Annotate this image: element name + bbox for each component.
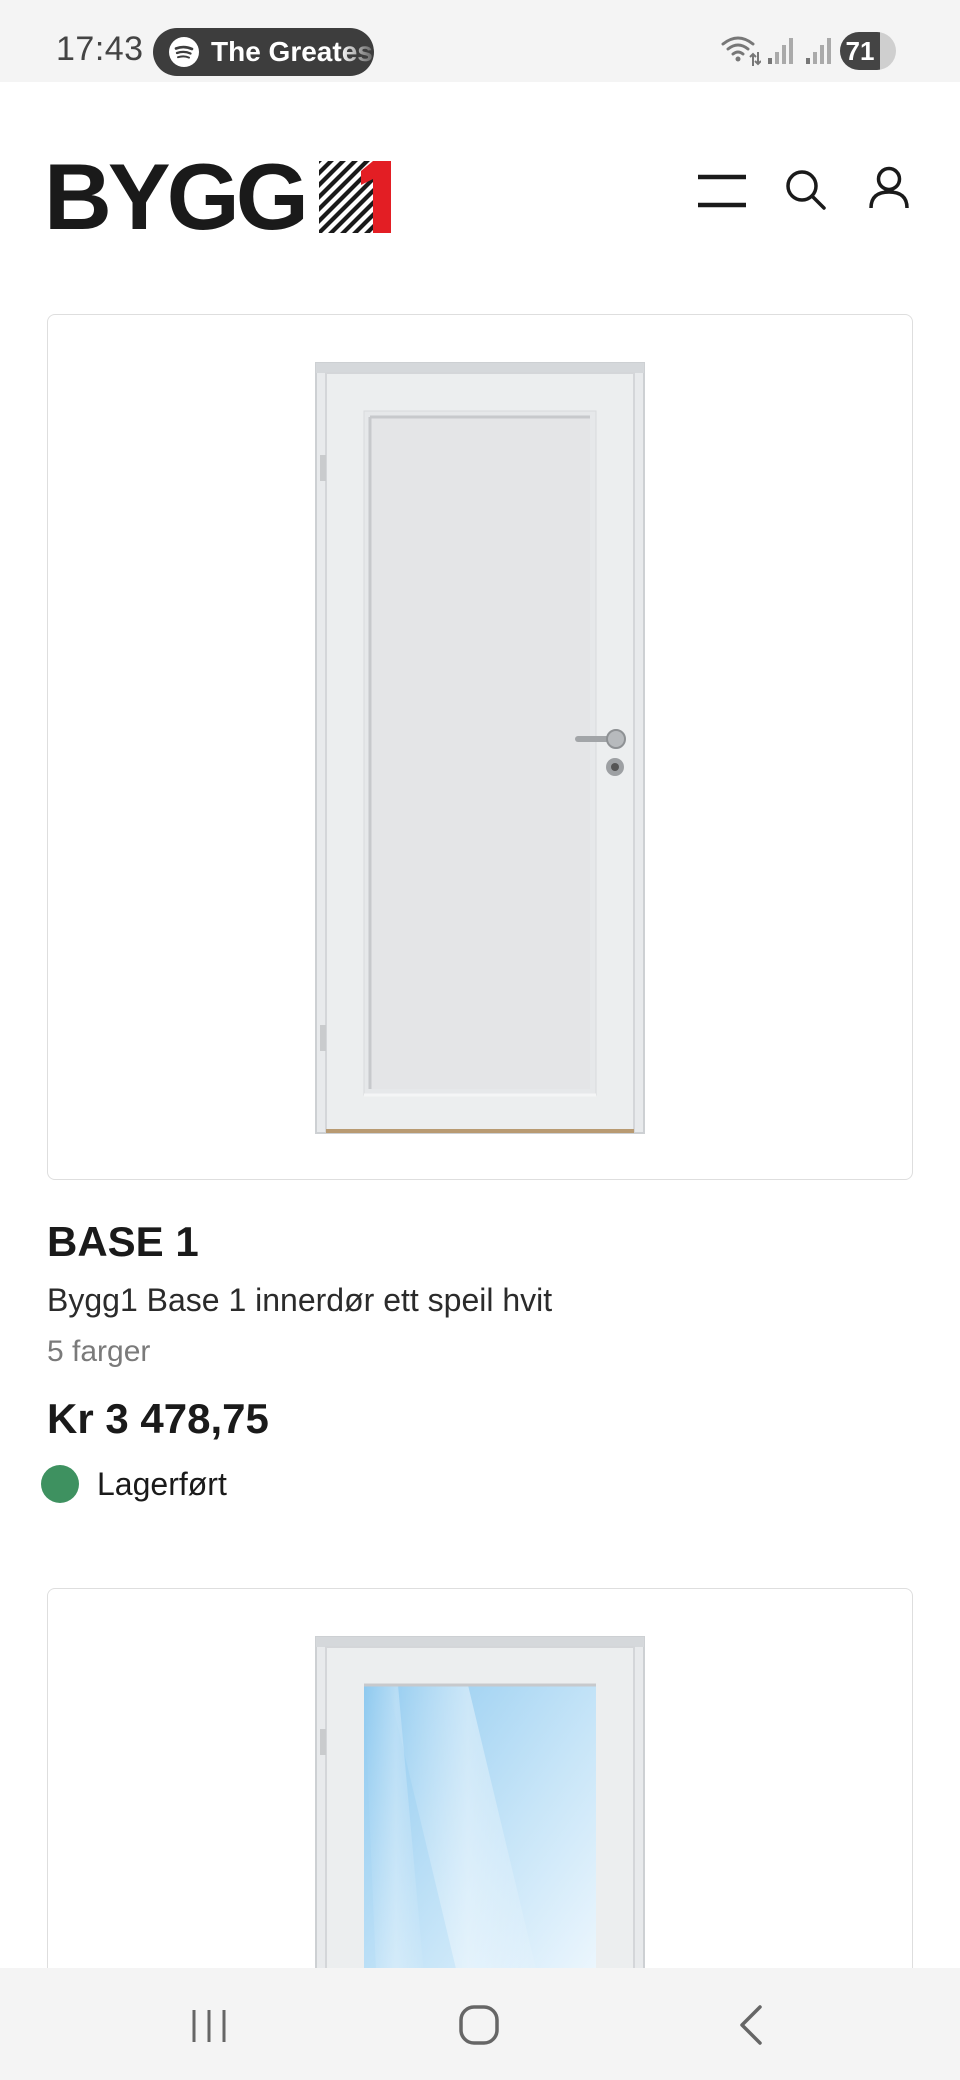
product-price: Kr 3 478,75 [47, 1395, 269, 1442]
logo-mark [318, 161, 391, 233]
media-title: The Greatest [211, 36, 374, 67]
recent-apps-icon[interactable] [190, 2008, 230, 2044]
back-icon[interactable] [736, 2004, 766, 2046]
spotify-icon [169, 37, 199, 67]
battery-level: 71 [845, 35, 875, 66]
stock-status-text: Lagerført [97, 1465, 227, 1502]
site-header: BYGG [0, 82, 960, 282]
signal-icon [806, 38, 831, 64]
media-notification-pill[interactable]: The Greatest [153, 28, 374, 76]
bygg1-logo[interactable]: BYGG [44, 144, 391, 249]
menu-icon[interactable] [698, 174, 746, 208]
search-icon[interactable] [784, 168, 826, 210]
door-image [315, 362, 645, 1134]
product-card[interactable]: BASE 1 Bygg1 Base 1 innerdør ett speil h… [41, 314, 913, 1503]
stock-status: Lagerført [41, 1465, 913, 1503]
logo-text: BYGG [44, 144, 309, 249]
stock-indicator-dot [41, 1465, 79, 1503]
product-image[interactable] [47, 314, 913, 1180]
status-bar: 17:43 The Greatest 71 [0, 0, 960, 82]
wifi-icon [721, 36, 761, 66]
status-time: 17:43 [56, 30, 144, 68]
door-image [315, 1636, 645, 2008]
product-card[interactable] [47, 1588, 913, 2008]
product-image[interactable] [47, 1588, 913, 2008]
signal-icon [768, 38, 793, 64]
home-icon[interactable] [458, 2004, 500, 2046]
product-description[interactable]: Bygg1 Base 1 innerdør ett speil hvit [47, 1282, 913, 1319]
system-navigation-bar [0, 1968, 960, 2080]
product-colors-count: 5 farger [47, 1335, 151, 1368]
product-name[interactable]: BASE 1 [47, 1218, 913, 1266]
user-icon[interactable] [868, 166, 910, 210]
battery-indicator: 71 [840, 32, 896, 70]
